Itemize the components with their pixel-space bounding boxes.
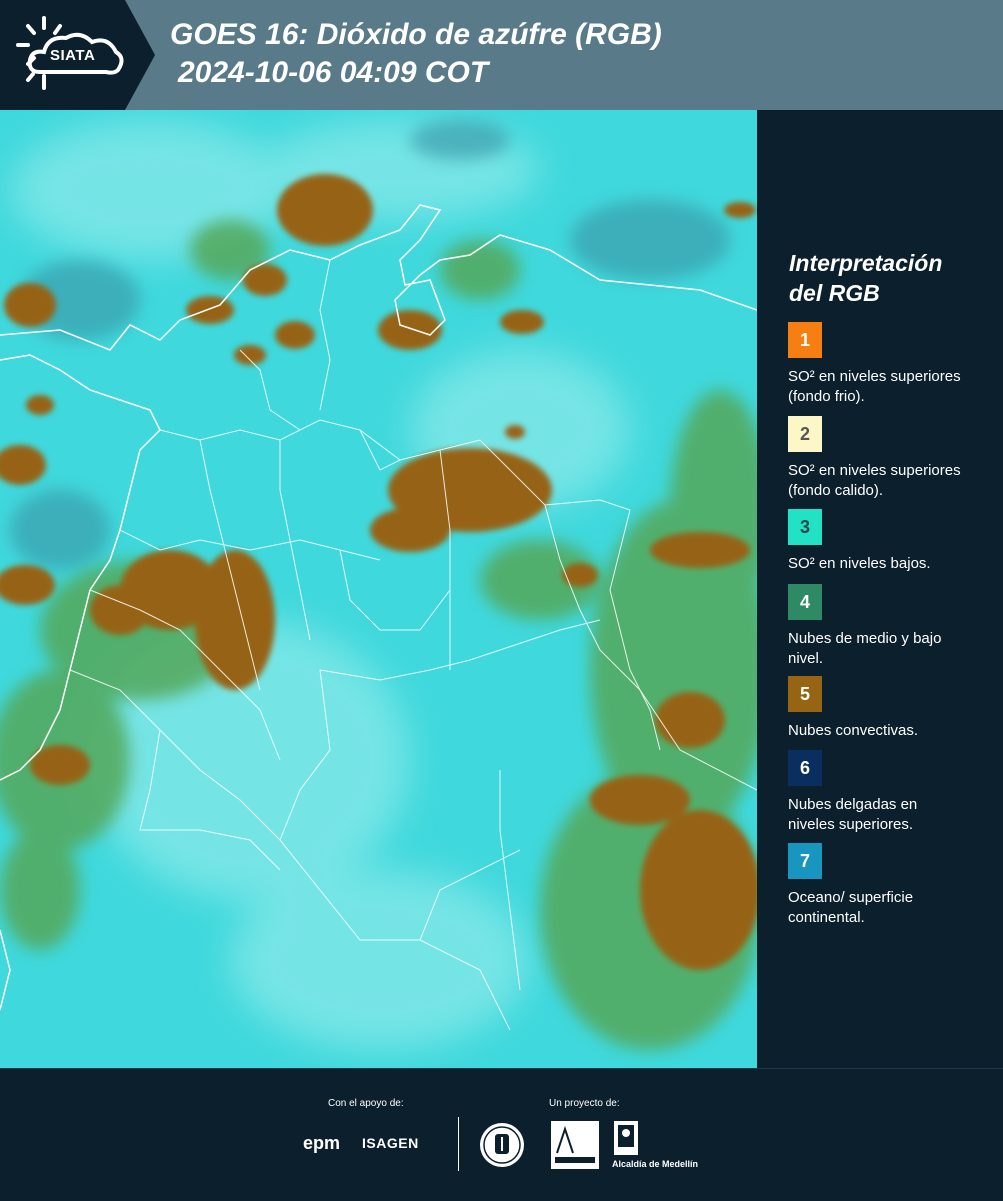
legend-label: Nubes delgadas en niveles superiores.	[788, 796, 918, 833]
legend-item: 5 Nubes convectivas.	[788, 676, 988, 741]
legend-swatch: 4	[788, 584, 822, 620]
legend-title-line-1: Interpretación	[789, 250, 943, 276]
legend-label: SO² en niveles superiores (fondo calido)…	[788, 462, 961, 499]
medellin-seal-icon	[480, 1123, 524, 1167]
satellite-map	[0, 110, 757, 1068]
legend-item: 3 SO² en niveles bajos.	[788, 509, 988, 574]
legend-swatch: 6	[788, 750, 822, 786]
title-line-2: 2024-10-06 04:09 COT	[178, 56, 489, 89]
alcaldia-label: Alcaldía de Medellín	[612, 1159, 699, 1169]
siata-logo: SIATA	[0, 0, 155, 110]
legend-label: SO² en niveles bajos.	[788, 555, 931, 572]
legend-swatch: 3	[788, 509, 822, 545]
legend-swatch: 2	[788, 416, 822, 452]
isagen-logo: ISAGEN	[362, 1135, 419, 1151]
page-title: GOES 16: Dióxido de azúfre (RGB) 2024-10…	[170, 16, 662, 92]
legend-item: 4 Nubes de medio y bajo nivel.	[788, 584, 988, 669]
legend-panel: Interpretación del RGB 1 SO² en niveles …	[757, 110, 1003, 1068]
legend-item: 1 SO² en niveles superiores (fondo frio)…	[788, 322, 988, 407]
legend-swatch: 7	[788, 843, 822, 879]
legend-item: 6 Nubes delgadas en niveles superiores.	[788, 750, 988, 835]
epm-logo: epm	[303, 1133, 341, 1153]
legend-label: Oceano/ superficie continental.	[788, 889, 914, 926]
legend-label: SO² en niveles superiores (fondo frio).	[788, 368, 961, 405]
area-metropolitana-logo	[551, 1121, 599, 1174]
legend-swatch: 1	[788, 322, 822, 358]
legend-item: 7 Oceano/ superficie continental.	[788, 843, 988, 928]
legend-title: Interpretación del RGB	[789, 248, 989, 308]
legend-item: 2 SO² en niveles superiores (fondo calid…	[788, 416, 988, 501]
title-line-1: GOES 16: Dióxido de azúfre (RGB)	[170, 18, 662, 51]
logo-text: SIATA	[50, 47, 96, 64]
project-label: Un proyecto de:	[549, 1098, 620, 1109]
footer-divider	[458, 1117, 459, 1171]
support-label: Con el apoyo de:	[328, 1098, 404, 1109]
alcaldia-shield-icon	[614, 1121, 638, 1155]
legend-title-line-2: del RGB	[789, 280, 880, 306]
legend-swatch: 5	[788, 676, 822, 712]
legend-label: Nubes convectivas.	[788, 722, 919, 739]
legend-label: Nubes de medio y bajo nivel.	[788, 630, 942, 667]
footer: Con el apoyo de: Un proyecto de: epm ISA…	[0, 1068, 1003, 1201]
header: SIATA GOES 16: Dióxido de azúfre (RGB) 2…	[0, 0, 1003, 110]
